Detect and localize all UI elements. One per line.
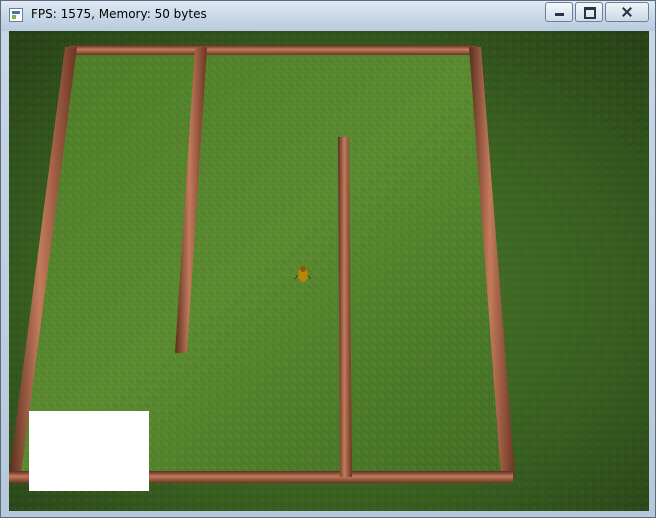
wall-top <box>69 45 477 55</box>
minimize-icon[interactable] <box>545 2 573 22</box>
white-overlay-box <box>29 411 149 491</box>
app-window: FPS: 1575, Memory: 50 bytes <box>0 0 656 518</box>
window-title: FPS: 1575, Memory: 50 bytes <box>31 7 207 21</box>
game-viewport[interactable] <box>9 31 649 511</box>
maximize-icon[interactable] <box>575 2 603 22</box>
window-controls <box>543 2 649 22</box>
title-bar[interactable]: FPS: 1575, Memory: 50 bytes <box>1 1 655 31</box>
app-window-icon[interactable] <box>9 8 23 22</box>
close-icon[interactable] <box>605 2 649 22</box>
